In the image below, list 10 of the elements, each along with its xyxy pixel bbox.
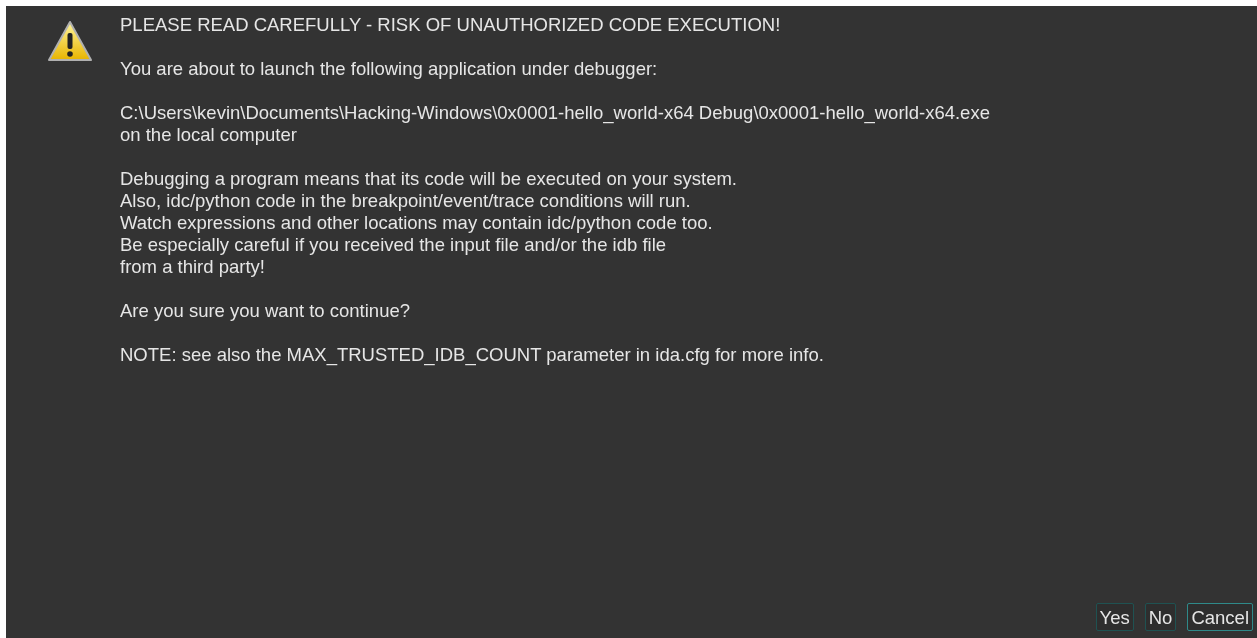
message-paragraph: C:\Users\kevin\Documents\Hacking-Windows\0x0001-hello_world-x64 Debug\0x0001-hello_world-x64.exe on the local computer (120, 102, 990, 146)
dialog-button[interactable]: No (1144, 603, 1177, 631)
message-paragraph: NOTE: see also the MAX_TRUSTED_IDB_COUNT parameter in ida.cfg for more info. (120, 344, 824, 366)
message-paragraph: Debugging a program means that its code will be executed on your system. Also, idc/python code in the breakpoint/event/trace conditions will run. Watch expressions and other locations may contain idc/python code too. Be especially careful if you received the input file and/or the idb file from a third party! (120, 168, 737, 278)
warning-icon (47, 20, 93, 62)
message-paragraph: Are you sure you want to continue? (120, 300, 410, 322)
message-paragraph: You are about to launch the following application under debugger: (120, 58, 658, 80)
dialog-button[interactable]: Yes (1095, 603, 1134, 631)
warning-heading: PLEASE READ CAREFULLY - RISK OF UNAUTHORIZED CODE EXECUTION! (120, 14, 782, 36)
dialog-button[interactable]: Cancel (1187, 603, 1253, 631)
